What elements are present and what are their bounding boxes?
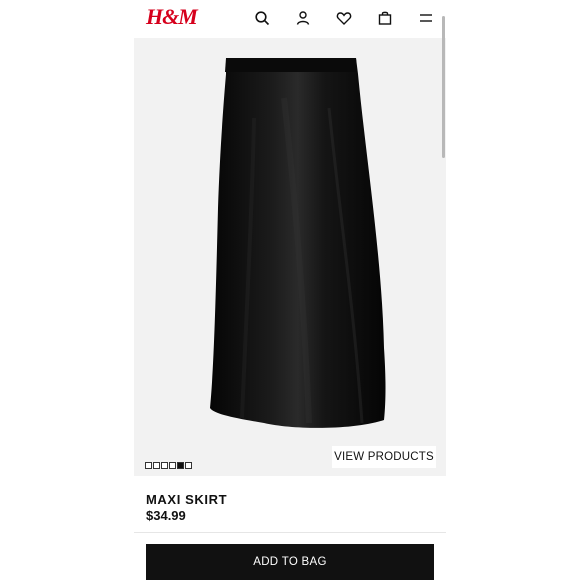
- add-to-bag-button[interactable]: ADD TO BAG: [146, 544, 434, 580]
- product-image[interactable]: VIEW PRODUCTS: [134, 38, 446, 476]
- gallery-dot[interactable]: [153, 462, 160, 469]
- top-nav: H&M: [134, 0, 446, 38]
- bag-icon[interactable]: [375, 8, 395, 28]
- gallery-dot[interactable]: [185, 462, 192, 469]
- favorites-icon[interactable]: [334, 8, 354, 28]
- menu-icon[interactable]: [416, 8, 436, 28]
- gallery-dot[interactable]: [161, 462, 168, 469]
- mobile-screen: H&M VIEW PRODUCTS MAXI SKIRT $34.99 ADD …: [134, 0, 446, 580]
- product-price: $34.99: [146, 508, 186, 523]
- account-icon[interactable]: [293, 8, 313, 28]
- brand-logo[interactable]: H&M: [146, 4, 198, 30]
- right-backdrop: [446, 0, 580, 580]
- scrollbar[interactable]: [442, 16, 445, 158]
- product-name: MAXI SKIRT: [146, 492, 228, 507]
- search-icon[interactable]: [252, 8, 272, 28]
- view-products-button[interactable]: VIEW PRODUCTS: [332, 446, 436, 468]
- left-backdrop: [0, 0, 134, 580]
- gallery-dot-active[interactable]: [177, 462, 184, 469]
- divider: [134, 532, 446, 533]
- gallery-dot[interactable]: [145, 462, 152, 469]
- product-info: MAXI SKIRT $34.99: [134, 476, 446, 532]
- gallery-dot[interactable]: [169, 462, 176, 469]
- gallery-indicator: [145, 462, 192, 469]
- maxi-skirt-photo: [210, 58, 386, 428]
